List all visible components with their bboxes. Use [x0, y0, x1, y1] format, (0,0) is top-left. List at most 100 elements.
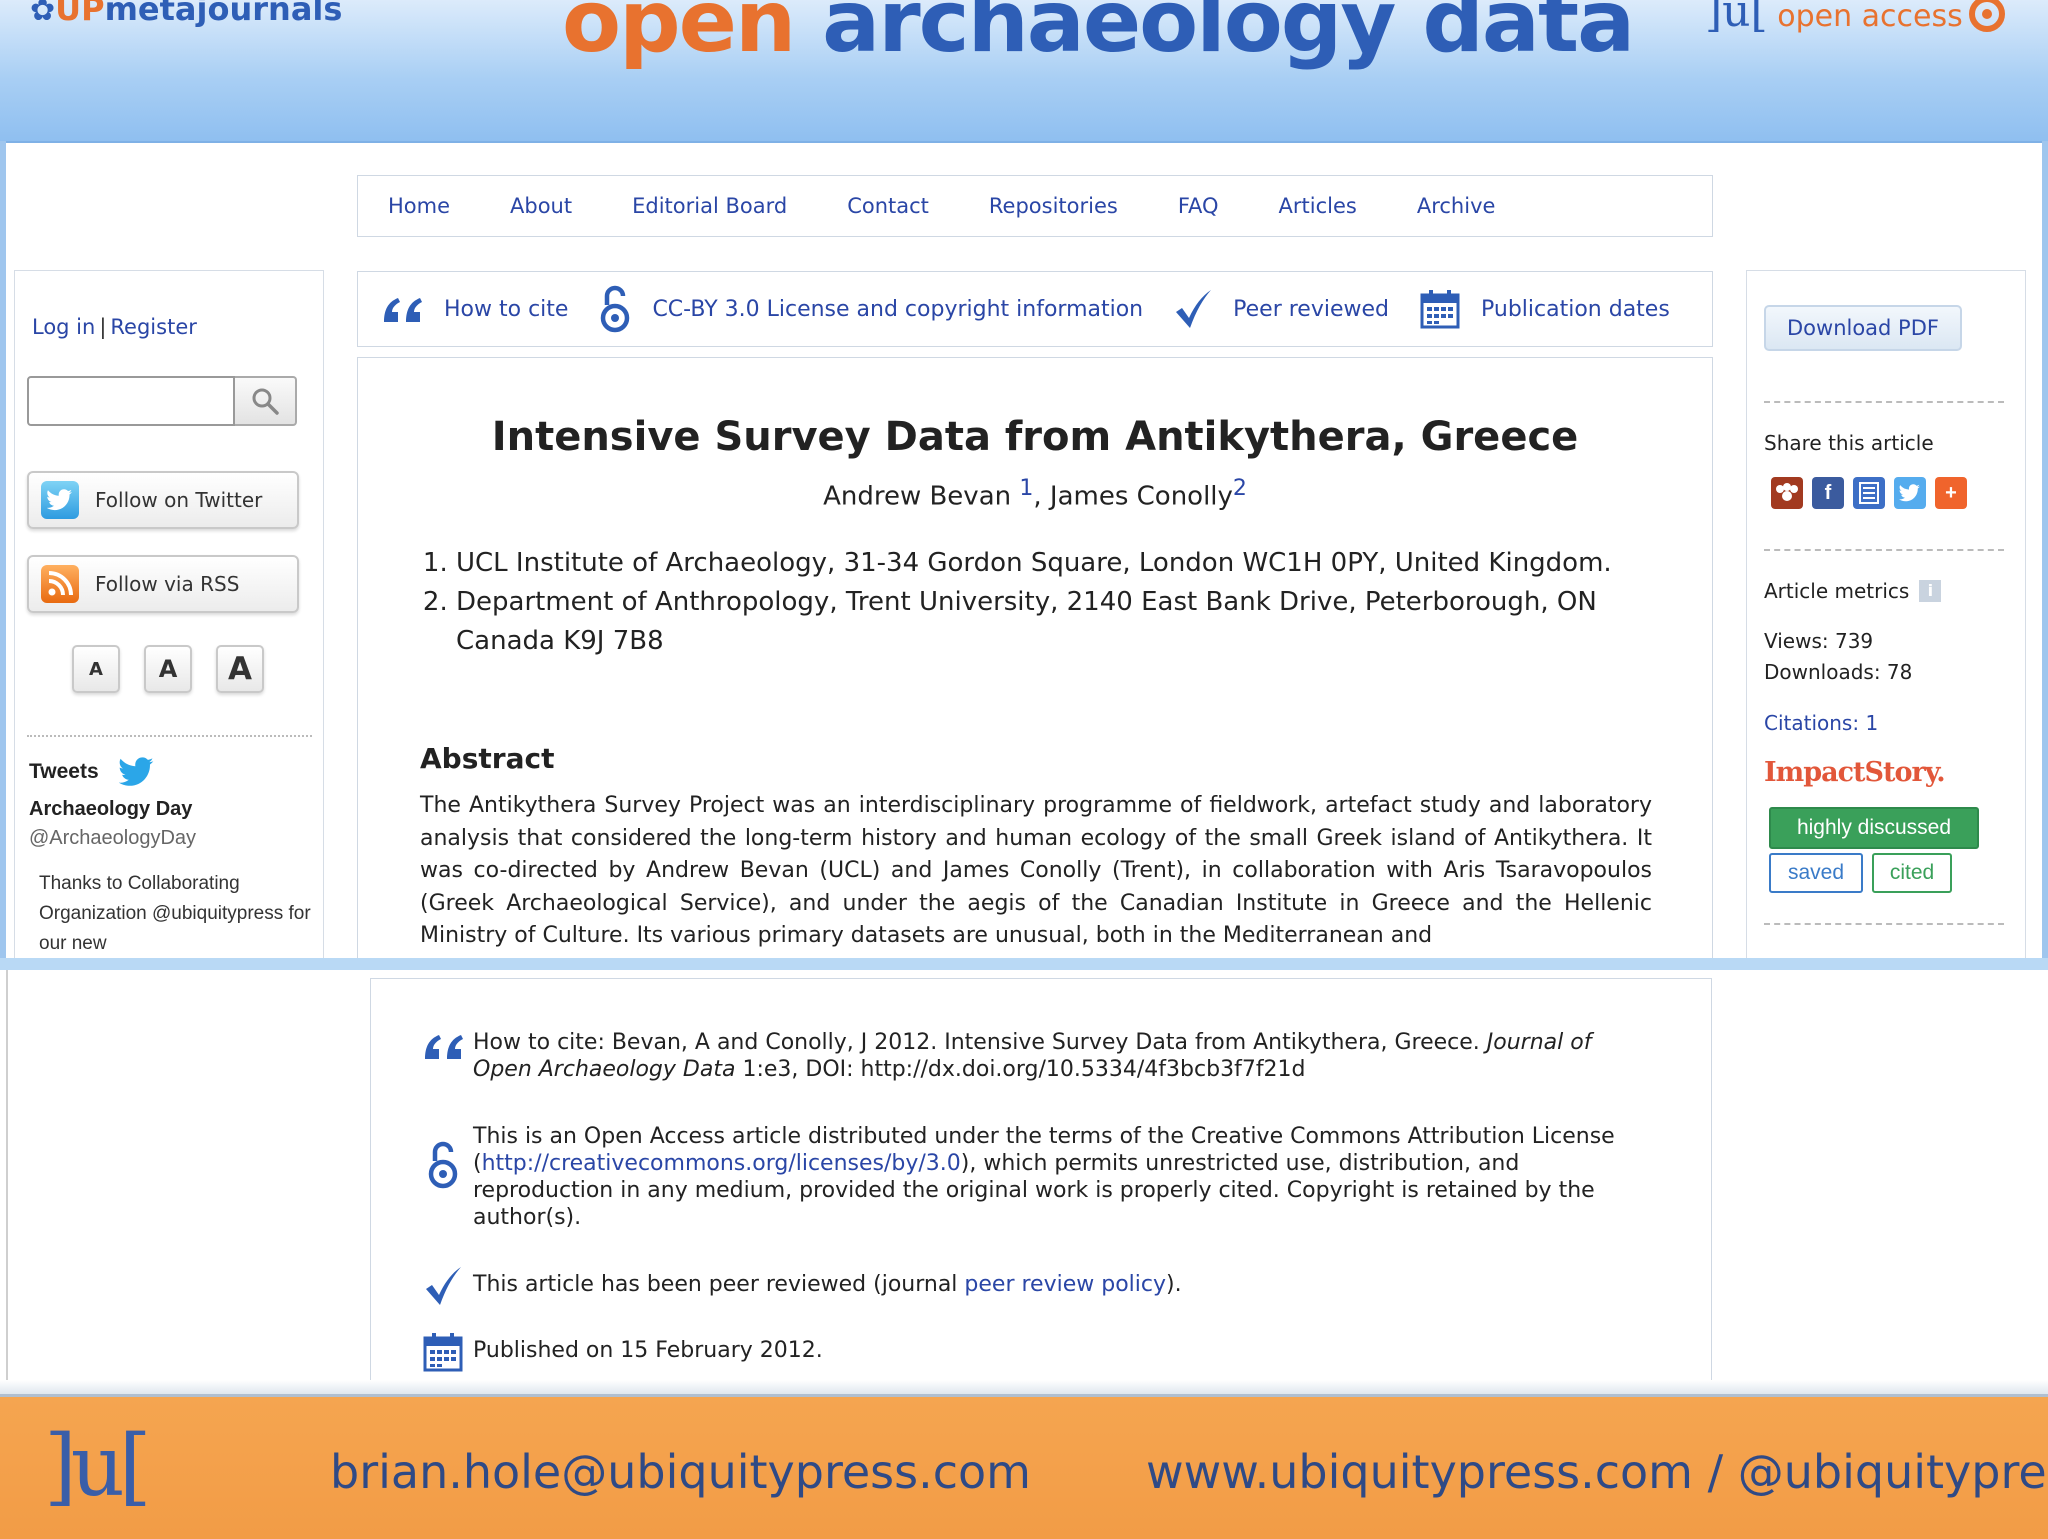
- nav-about[interactable]: About: [510, 194, 572, 218]
- peer-review-policy-link[interactable]: peer review policy: [964, 1272, 1166, 1297]
- twitter-share-icon[interactable]: [1894, 477, 1926, 509]
- impactstory-logo[interactable]: ImpactStory.: [1764, 757, 1946, 788]
- sidebar-divider: [1764, 401, 2004, 403]
- slide-footer: ]u[ brian.hole@ubiquitypress.com www.ubi…: [0, 1394, 2048, 1539]
- contact-email: brian.hole@ubiquitypress.com: [330, 1445, 1031, 1499]
- open-access-lock-icon: [428, 1141, 458, 1189]
- author-affiliation-ref[interactable]: 2: [1233, 476, 1247, 501]
- how-to-cite-link[interactable]: How to cite: [380, 292, 568, 326]
- mendeley-share-icon[interactable]: [1771, 477, 1803, 509]
- nav-faq[interactable]: FAQ: [1178, 194, 1219, 218]
- calendar-icon: [1420, 290, 1460, 329]
- search-box: [27, 376, 312, 426]
- peer-reviewed-link[interactable]: Peer reviewed: [1173, 288, 1389, 330]
- page-edge-left: [0, 141, 6, 959]
- info-icon[interactable]: i: [1919, 580, 1942, 602]
- saved-badge[interactable]: saved: [1769, 853, 1863, 893]
- author-affiliation-ref[interactable]: 1: [1019, 476, 1033, 501]
- follow-rss-label: Follow via RSS: [95, 572, 240, 596]
- citations-link[interactable]: Citations: 1: [1764, 711, 1878, 735]
- author-separator: ,: [1033, 481, 1050, 512]
- main-nav: Home About Editorial Board Contact Repos…: [357, 175, 1713, 237]
- published-row: Published on 15 February 2012.: [413, 1331, 1653, 1373]
- abstract-text: The Antikythera Survey Project was an in…: [420, 793, 1652, 948]
- publication-dates-link[interactable]: Publication dates: [1419, 288, 1670, 330]
- nav-archive[interactable]: Archive: [1417, 194, 1496, 218]
- nav-articles[interactable]: Articles: [1279, 194, 1357, 218]
- search-icon: [252, 388, 279, 415]
- license-text: This is an Open Access article distribut…: [473, 1123, 1653, 1231]
- register-link[interactable]: Register: [110, 315, 196, 339]
- site-title[interactable]: open archaeology data: [562, 0, 1635, 72]
- open-access-lock-icon: [601, 285, 630, 333]
- slice-divider: [0, 958, 2048, 970]
- peer-review-row: This article has been peer reviewed (jou…: [413, 1265, 1653, 1307]
- sidebar-divider: [27, 735, 312, 737]
- sidebar-divider: [1764, 549, 2004, 551]
- views-count: Views: 739: [1764, 629, 1874, 653]
- tweets-heading-label: Tweets: [29, 760, 99, 783]
- share-icons: f +: [1771, 477, 1976, 509]
- affiliation-item: Department of Anthropology, Trent Univer…: [456, 583, 1676, 661]
- nav-home[interactable]: Home: [388, 194, 450, 218]
- affiliation-item: UCL Institute of Archaeology, 31-34 Gord…: [456, 544, 1676, 583]
- article-title: Intensive Survey Data from Antikythera, …: [491, 414, 1579, 460]
- font-size-medium-button[interactable]: A: [144, 645, 192, 693]
- login-separator: |: [99, 315, 107, 339]
- login-link[interactable]: Log in: [32, 315, 95, 339]
- article-toolbar: How to cite CC-BY 3.0 License and copyri…: [357, 271, 1713, 347]
- font-size-large-button[interactable]: A: [216, 645, 264, 693]
- share-heading: Share this article: [1764, 431, 1934, 455]
- author-name: Andrew Bevan: [823, 481, 1012, 512]
- search-input[interactable]: [27, 376, 235, 426]
- calendar-icon: [423, 1333, 463, 1372]
- download-pdf-button[interactable]: Download PDF: [1764, 305, 1962, 351]
- facebook-share-icon[interactable]: f: [1812, 477, 1844, 509]
- license-url-link[interactable]: http://creativecommons.org/licenses/by/3…: [482, 1151, 961, 1176]
- list-share-icon[interactable]: [1853, 477, 1885, 509]
- network-icon: ✿: [30, 0, 56, 28]
- quote-icon: [384, 298, 422, 322]
- follow-rss-button[interactable]: Follow via RSS: [27, 555, 299, 613]
- nav-repositories[interactable]: Repositories: [989, 194, 1118, 218]
- sidebar-divider: [1764, 923, 2004, 925]
- left-sidebar: Log in | Register Follow on Twitter Follow…: [14, 270, 324, 960]
- search-button[interactable]: [235, 376, 297, 426]
- peer-reviewed-label: Peer reviewed: [1233, 296, 1389, 322]
- citation-prefix: How to cite: Bevan, A and Conolly, J 201…: [473, 1030, 1487, 1055]
- abstract-heading: Abstract: [420, 742, 555, 775]
- tweets-heading: Tweets: [29, 757, 155, 787]
- follow-twitter-button[interactable]: Follow on Twitter: [27, 471, 299, 529]
- citation-row: How to cite: Bevan, A and Conolly, J 201…: [413, 1029, 1653, 1083]
- cited-badge[interactable]: cited: [1872, 853, 1952, 893]
- footer-fade: [0, 1380, 2048, 1394]
- rss-icon: [41, 565, 79, 603]
- upmetajournals-logo[interactable]: ✿UPmetajournals: [30, 0, 342, 28]
- nav-editorial-board[interactable]: Editorial Board: [632, 194, 787, 218]
- peer-review-text: This article has been peer reviewed (jou…: [473, 1265, 1653, 1298]
- published-date: Published on 15 February 2012.: [473, 1338, 823, 1363]
- ubiquity-open-access-logo[interactable]: ]u[ open access: [1705, 0, 2005, 37]
- site-banner: ✿UPmetajournals open archaeology data ]u…: [0, 0, 2048, 143]
- checkmark-icon: [426, 1267, 461, 1305]
- follow-twitter-label: Follow on Twitter: [95, 488, 263, 512]
- font-size-small-button[interactable]: A: [72, 645, 120, 693]
- page-edge-right: [2042, 141, 2048, 959]
- article-panel: Intensive Survey Data from Antikythera, …: [357, 357, 1713, 959]
- license-label: CC-BY 3.0 License and copyright informat…: [652, 296, 1144, 322]
- website-and-handle: www.ubiquitypress.com / @ubiquitypress: [1146, 1445, 2048, 1499]
- peer-review-suffix: ).: [1166, 1272, 1182, 1297]
- nav-contact[interactable]: Contact: [847, 194, 929, 218]
- twitter-bird-icon: [118, 757, 154, 786]
- addthis-share-icon[interactable]: +: [1935, 477, 1967, 509]
- highly-discussed-badge[interactable]: highly discussed: [1769, 807, 1979, 849]
- right-sidebar: Download PDF Share this article f + Arti…: [1746, 270, 2026, 960]
- affiliations-list: UCL Institute of Archaeology, 31-34 Gord…: [418, 544, 1676, 661]
- tweet-author[interactable]: Archaeology Day: [29, 798, 192, 821]
- twitter-icon: [41, 481, 79, 519]
- publication-dates-label: Publication dates: [1481, 296, 1670, 322]
- license-link[interactable]: CC-BY 3.0 License and copyright informat…: [598, 285, 1143, 333]
- tweet-handle[interactable]: @ArchaeologyDay: [29, 827, 196, 850]
- ubiquity-press-logo: ]u[: [44, 1417, 152, 1515]
- quote-icon: [425, 1035, 463, 1059]
